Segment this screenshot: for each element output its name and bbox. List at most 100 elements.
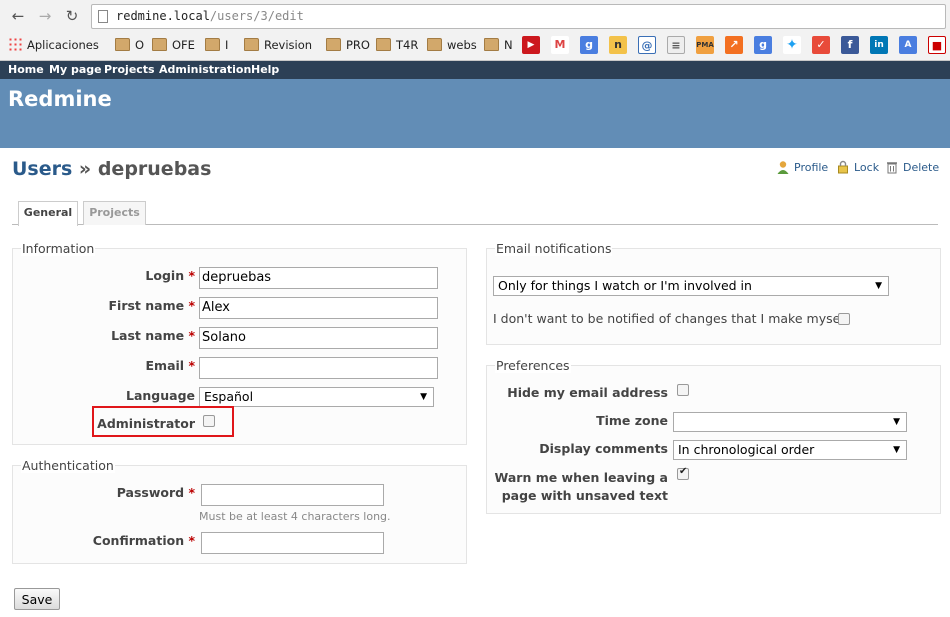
hide-mail-label: Hide my email address	[507, 385, 668, 400]
language-select[interactable]: Español ▼	[199, 387, 434, 407]
reload-icon[interactable]: ↻	[62, 6, 82, 26]
bookmark-folder[interactable]: I	[205, 35, 228, 55]
tab-general[interactable]: General	[18, 201, 78, 226]
bookmark-folder[interactable]: PRO	[326, 35, 370, 55]
apps-grid-icon	[8, 37, 22, 51]
folder-icon	[244, 38, 259, 51]
analytics-icon[interactable]: ↗	[725, 36, 743, 54]
folder-icon	[115, 38, 130, 51]
lock-link[interactable]: Lock	[836, 160, 879, 174]
gmail-icon[interactable]: M	[551, 36, 569, 54]
preferences-legend: Preferences	[495, 358, 571, 373]
dropdown-arrow-icon: ▼	[875, 281, 882, 291]
main-content: Users » depruebas Profile Lock Delete Ge…	[0, 148, 950, 617]
at-icon[interactable]: @	[638, 36, 656, 54]
user-name: depruebas	[97, 158, 212, 180]
warn-on-leaving-checkbox[interactable]	[677, 466, 689, 480]
email-label: Email *	[145, 358, 195, 373]
address-url: redmine.local/users/3/edit	[116, 9, 304, 23]
warn-on-leaving-label: Warn me when leaving a page with unsaved …	[494, 470, 669, 503]
top-menu-my-page[interactable]: My page	[49, 63, 102, 76]
information-legend: Information	[21, 241, 96, 256]
pdf-icon[interactable]: ■	[928, 36, 946, 54]
forward-arrow-icon[interactable]: →	[35, 6, 55, 26]
twitter-icon[interactable]: ✦	[783, 36, 801, 54]
folder-icon	[205, 38, 220, 51]
firstname-input[interactable]: Alex	[199, 297, 438, 319]
login-input[interactable]: depruebas	[199, 267, 438, 289]
top-menu-help[interactable]: Help	[251, 63, 279, 76]
bookmark-folder[interactable]: N	[484, 35, 513, 55]
bookmark-folder[interactable]: O	[115, 35, 144, 55]
trash-icon	[885, 160, 899, 174]
youtube-icon[interactable]: ▶	[522, 36, 540, 54]
delete-link[interactable]: Delete	[885, 160, 939, 174]
no-self-notified-label: I don't want to be notified of changes t…	[493, 311, 849, 326]
user-icon	[776, 160, 790, 174]
bookmarks-bar: Aplicaciones O OFE I Revision PRO T4R we…	[6, 35, 950, 55]
bookmark-site-icon[interactable]: n	[609, 36, 627, 54]
bookmark-folder[interactable]: webs	[427, 35, 477, 55]
pocket-icon[interactable]: ✓	[812, 36, 830, 54]
top-menu-administration[interactable]: Administration	[159, 63, 251, 76]
administrator-label: Administrator	[97, 416, 195, 431]
lastname-input[interactable]: Solano	[199, 327, 438, 349]
phpmyadmin-icon[interactable]: PMA	[696, 36, 714, 54]
users-breadcrumb-link[interactable]: Users	[12, 158, 72, 180]
bookmark-aplicaciones[interactable]: Aplicaciones	[8, 35, 99, 55]
password-label: Password *	[116, 485, 195, 500]
lastname-label: Last name *	[111, 328, 195, 343]
top-menu-home[interactable]: Home	[8, 63, 44, 76]
google-icon[interactable]: g	[580, 36, 598, 54]
folder-icon	[484, 38, 499, 51]
folder-icon	[427, 38, 442, 51]
administrator-checkbox[interactable]	[203, 415, 215, 427]
time-zone-select[interactable]: ▼	[673, 412, 907, 432]
address-bar[interactable]: redmine.local/users/3/edit	[91, 4, 946, 29]
bookmark-folder[interactable]: Revision	[244, 35, 312, 55]
mail-notification-select[interactable]: Only for things I watch or I'm involved …	[493, 276, 889, 296]
password-input[interactable]	[201, 484, 384, 506]
email-notifications-fieldset: Email notifications	[486, 241, 941, 345]
folder-icon	[152, 38, 167, 51]
page-icon	[98, 10, 108, 23]
dropdown-arrow-icon: ▼	[420, 392, 427, 402]
dropdown-arrow-icon: ▼	[893, 445, 900, 455]
site-title: Redmine	[8, 87, 112, 111]
email-input[interactable]	[199, 357, 438, 379]
bookmark-folder[interactable]: OFE	[152, 35, 195, 55]
document-icon[interactable]: ≡	[667, 36, 685, 54]
confirmation-input[interactable]	[201, 532, 384, 554]
facebook-icon[interactable]: f	[841, 36, 859, 54]
time-zone-label: Time zone	[596, 413, 668, 428]
browser-chrome: ← → ↻ redmine.local/users/3/edit Aplicac…	[0, 0, 950, 61]
tabs-bar: General Projects	[12, 201, 938, 226]
login-label: Login *	[145, 268, 195, 283]
site-header: Redmine	[0, 79, 950, 148]
hide-mail-checkbox[interactable]	[677, 384, 689, 396]
folder-icon	[376, 38, 391, 51]
back-arrow-icon[interactable]: ←	[8, 6, 28, 26]
top-menu-projects[interactable]: Projects	[104, 63, 155, 76]
translate-icon[interactable]: A	[899, 36, 917, 54]
google-icon[interactable]: g	[754, 36, 772, 54]
confirmation-label: Confirmation *	[92, 533, 195, 548]
dropdown-arrow-icon: ▼	[893, 417, 900, 427]
firstname-label: First name *	[108, 298, 196, 313]
bookmark-folder[interactable]: T4R	[376, 35, 418, 55]
language-label: Language	[125, 388, 195, 403]
profile-link[interactable]: Profile	[776, 160, 828, 174]
folder-icon	[326, 38, 341, 51]
no-self-notified-checkbox[interactable]	[838, 313, 850, 325]
top-menu: Home My page Projects Administration Hel…	[0, 61, 950, 79]
password-hint: Must be at least 4 characters long.	[199, 510, 391, 523]
authentication-legend: Authentication	[21, 458, 115, 473]
page-title: Users » depruebas	[12, 158, 212, 180]
linkedin-icon[interactable]: in	[870, 36, 888, 54]
lock-icon	[836, 160, 850, 174]
tab-projects[interactable]: Projects	[83, 201, 146, 225]
save-button[interactable]: Save	[14, 588, 60, 610]
email-notifications-legend: Email notifications	[495, 241, 613, 256]
display-comments-select[interactable]: In chronological order ▼	[673, 440, 907, 460]
display-comments-label: Display comments	[539, 441, 668, 456]
